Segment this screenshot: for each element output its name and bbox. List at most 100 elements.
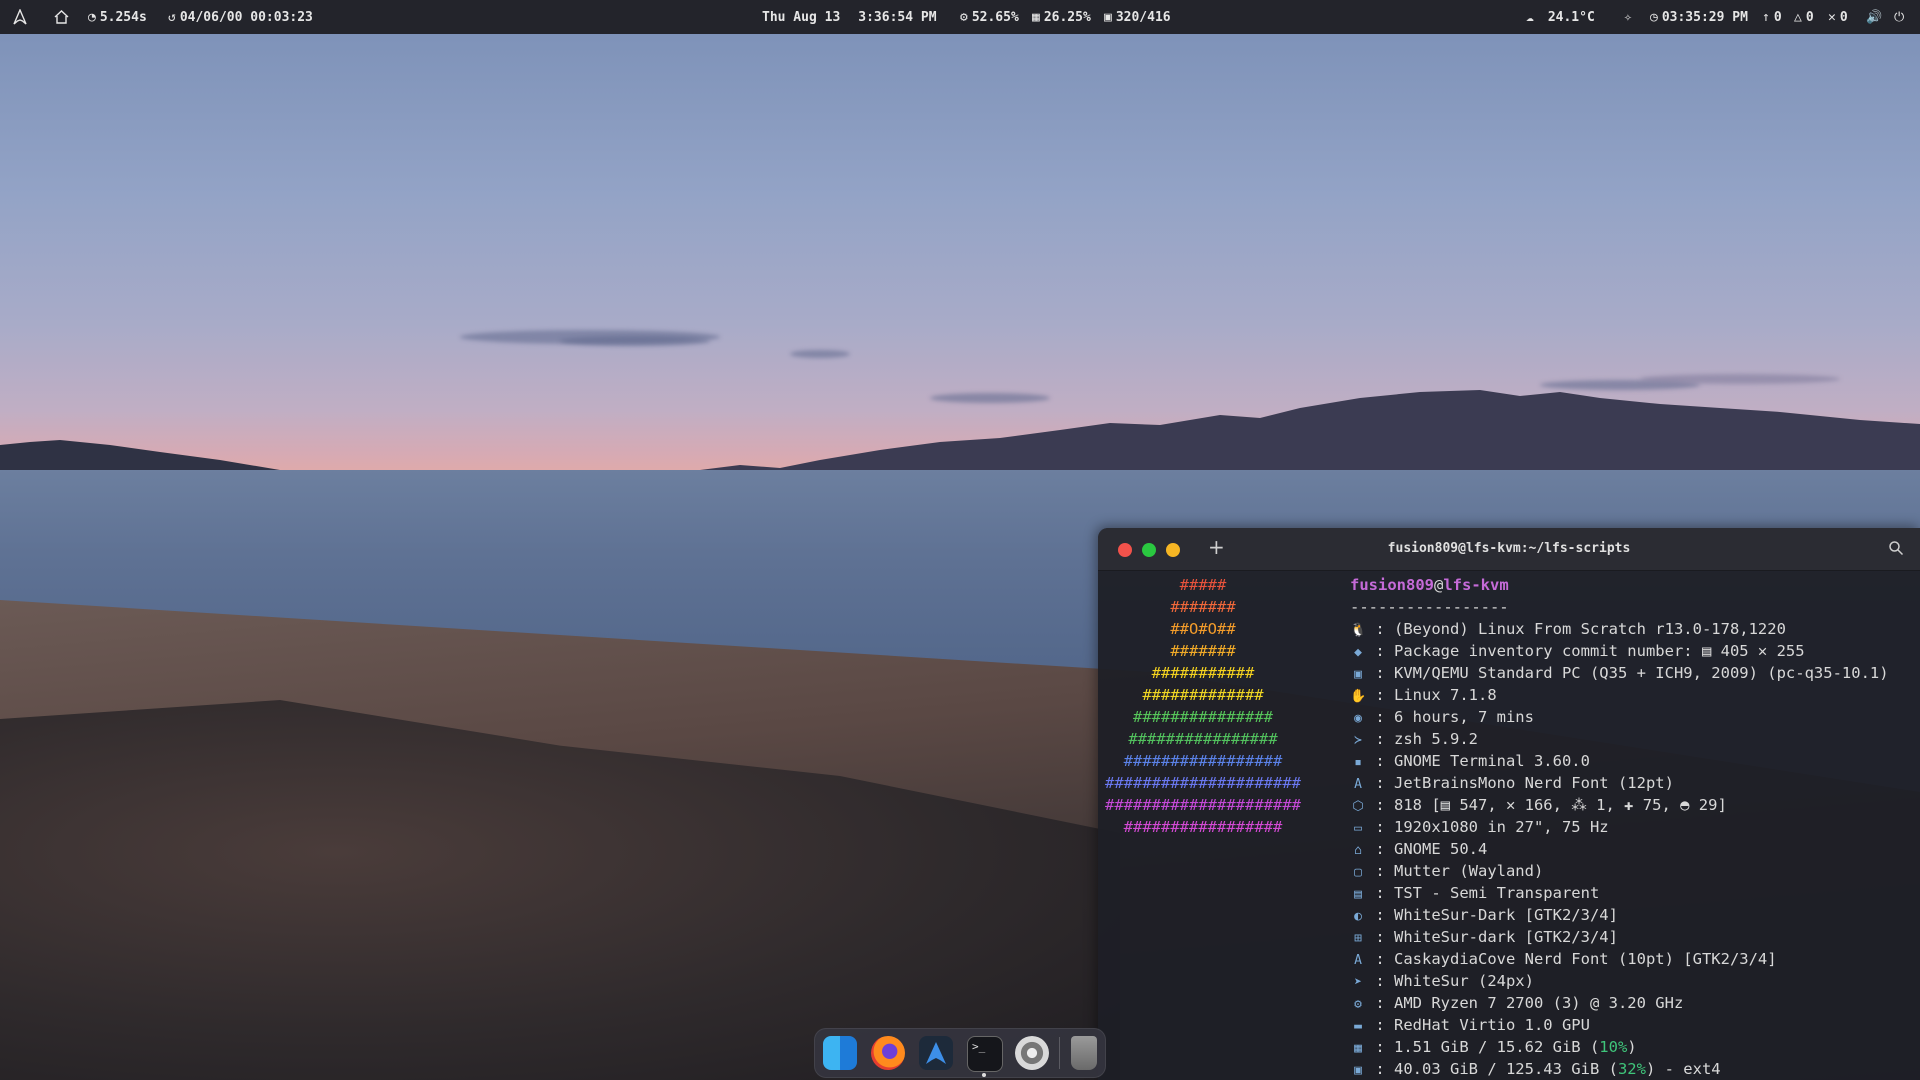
info-line: ✋ : Linux 7.1.8 [1350, 684, 1889, 706]
search-icon[interactable] [1888, 540, 1904, 556]
font-icon: A [1354, 777, 1362, 792]
cpu-indicator[interactable]: ⚙ 52.65% [960, 0, 1019, 34]
info-line: ◐ : WhiteSur-Dark [GTK2/3/4] [1350, 904, 1889, 926]
gauge-icon: ◔ [88, 9, 96, 25]
ascii-logo-line: ########### [1151, 664, 1255, 682]
info-value: : GNOME Terminal 3.60.0 [1366, 752, 1590, 770]
home-icon[interactable] [54, 0, 69, 34]
info-value: : 818 [▤ 547, ✕ 166, ⁂ 1, ✚ 75, ◓ 29] [1366, 796, 1727, 814]
info-line: ▢ : Mutter (Wayland) [1350, 860, 1889, 882]
finder-icon[interactable] [823, 1036, 857, 1070]
terminal-header-bar[interactable]: + fusion809@lfs-kvm:~/lfs-scripts [1098, 528, 1920, 571]
memory-suffix: ) [1627, 1038, 1637, 1056]
ascii-logo-line: ####### [1170, 642, 1236, 660]
window-manager-icon: ▢ [1354, 865, 1362, 880]
shell-icon: ≻ [1354, 733, 1362, 748]
uptime-indicator[interactable]: ↺ 04/06/00 00:03:23 [168, 0, 313, 34]
separator-line: ----------------- [1350, 598, 1509, 616]
info-value: : TST - Semi Transparent [1366, 884, 1600, 902]
info-value: : WhiteSur (24px) [1366, 972, 1534, 990]
info-value: : 1920x1080 in 27", 75 Hz [1366, 818, 1609, 836]
firefox-icon[interactable] [871, 1036, 905, 1070]
info-line: ➤ : WhiteSur (24px) [1350, 970, 1889, 992]
dock-divider [1059, 1037, 1060, 1069]
load-indicator[interactable]: ◔ 5.254s [88, 0, 147, 34]
disk-value: 320/416 [1115, 9, 1171, 25]
terminal-title: fusion809@lfs-kvm:~/lfs-scripts [1387, 541, 1631, 556]
info-line: ▪ : GNOME Terminal 3.60.0 [1350, 750, 1889, 772]
info-value: : 6 hours, 7 mins [1366, 708, 1534, 726]
ascii-logo-line: ################# [1123, 818, 1283, 836]
errors-indicator[interactable]: ✕ 0 [1828, 0, 1848, 34]
info-value: : CaskaydiaCove Nerd Font (10pt) [GTK2/3… [1366, 950, 1777, 968]
ascii-logo-line: ################# [1123, 752, 1283, 770]
memory-prefix: : 1.51 GiB / 15.62 GiB ( [1366, 1038, 1600, 1056]
username: fusion809 [1350, 576, 1434, 594]
display-icon: ▭ [1354, 821, 1362, 836]
terminal-icon[interactable]: >_ [967, 1036, 1003, 1072]
active-app-indicator [982, 1073, 986, 1077]
info-line: ⌂ : GNOME 50.4 [1350, 838, 1889, 860]
terminal-output[interactable]: ##### ####### ##O#O## ####### ########### ###… [1098, 570, 1920, 1080]
disk-suffix: ) - ext4 [1645, 1060, 1721, 1078]
info-value: : JetBrainsMono Nerd Font (12pt) [1366, 774, 1674, 792]
warnings-value: 0 [1805, 9, 1814, 25]
dock: >_ [814, 1028, 1106, 1078]
info-value: : (Beyond) Linux From Scratch r13.0-178,… [1366, 620, 1786, 638]
errors-value: 0 [1839, 9, 1848, 25]
info-line: ⊞ : WhiteSur-dark [GTK2/3/4] [1350, 926, 1889, 948]
warnings-indicator[interactable]: △ 0 [1794, 0, 1814, 34]
kernel-icon: ✋ [1350, 689, 1367, 704]
disk-indicator[interactable]: ▣ 320/416 [1104, 0, 1171, 34]
arrow-up-icon: ↑ [1762, 9, 1770, 25]
uptime-value: 04/06/00 00:03:23 [179, 9, 313, 25]
info-value: : KVM/QEMU Standard PC (Q35 + ICH9, 2009… [1366, 664, 1889, 682]
distro-ascii-logo: ##### ####### ##O#O## ####### ########### ###… [1098, 574, 1308, 838]
power-icon[interactable]: ⏻ [1894, 0, 1904, 34]
clock-icon: ◷ [1650, 9, 1658, 25]
extensions-icon[interactable]: ✧ [1624, 0, 1632, 34]
volume-icon[interactable]: 🔊 [1866, 0, 1882, 34]
clock-value: 03:35:29 PM [1661, 9, 1748, 25]
ascii-logo-line: ##### [1179, 576, 1227, 594]
cpu-icon: ⚙ [960, 9, 968, 25]
info-value: : GNOME 50.4 [1366, 840, 1488, 858]
arch-launcher-icon[interactable] [919, 1036, 953, 1070]
info-line: A : JetBrainsMono Nerd Font (12pt) [1350, 772, 1889, 794]
desktop-env-icon: ⌂ [1354, 843, 1362, 858]
clock-date[interactable]: Thu Aug 13 3:36:54 PM [762, 0, 937, 34]
cloud-icon: ☁ [1526, 9, 1534, 25]
updates-indicator[interactable]: ↑ 0 [1762, 0, 1782, 34]
user-host-line: fusion809@lfs-kvm [1350, 574, 1889, 596]
info-value: : Linux 7.1.8 [1366, 686, 1497, 704]
top-panel: ◔ 5.254s ↺ 04/06/00 00:03:23 Thu Aug 13 … [0, 0, 1920, 34]
font-icon: A [1354, 953, 1362, 968]
date-text: Thu Aug 13 [762, 9, 841, 25]
info-line: ▤ : TST - Semi Transparent [1350, 882, 1889, 904]
weather-value: 24.1°C [1547, 9, 1595, 25]
info-value: : AMD Ryzen 7 2700 (3) @ 3.20 GHz [1366, 994, 1684, 1012]
info-line: ▣ : KVM/QEMU Standard PC (Q35 + ICH9, 20… [1350, 662, 1889, 684]
info-value: : WhiteSur-Dark [GTK2/3/4] [1366, 906, 1618, 924]
info-value: : Mutter (Wayland) [1366, 862, 1544, 880]
at-sign: @ [1434, 576, 1444, 594]
cursor-icon: ➤ [1354, 975, 1362, 990]
memory-icon: ▦ [1354, 1041, 1362, 1056]
memory-indicator[interactable]: ▦ 26.25% [1032, 0, 1091, 34]
weather-indicator[interactable]: ☁ 24.1°C [1526, 0, 1595, 34]
trash-icon[interactable] [1071, 1036, 1097, 1070]
host-icon: ▣ [1354, 667, 1362, 682]
fastfetch-info: fusion809@lfs-kvm ----------------- 🐧 : … [1350, 574, 1889, 1080]
clock-indicator[interactable]: ◷ 03:35:29 PM [1650, 0, 1748, 34]
terminal-icon: ▪ [1354, 755, 1362, 770]
info-line: ◉ : 6 hours, 7 mins [1350, 706, 1889, 728]
cpu-value: 52.65% [971, 9, 1019, 25]
terminal-window[interactable]: + fusion809@lfs-kvm:~/lfs-scripts ##### #… [1098, 528, 1920, 1080]
arch-linux-icon[interactable] [12, 0, 28, 34]
git-commit-icon: ◆ [1354, 645, 1362, 660]
linux-tux-icon: 🐧 [1350, 623, 1367, 638]
ascii-logo-line: ############# [1142, 686, 1264, 704]
info-value: : RedHat Virtio 1.0 GPU [1366, 1016, 1590, 1034]
settings-icon[interactable] [1015, 1036, 1049, 1070]
warning-icon: △ [1794, 9, 1802, 25]
